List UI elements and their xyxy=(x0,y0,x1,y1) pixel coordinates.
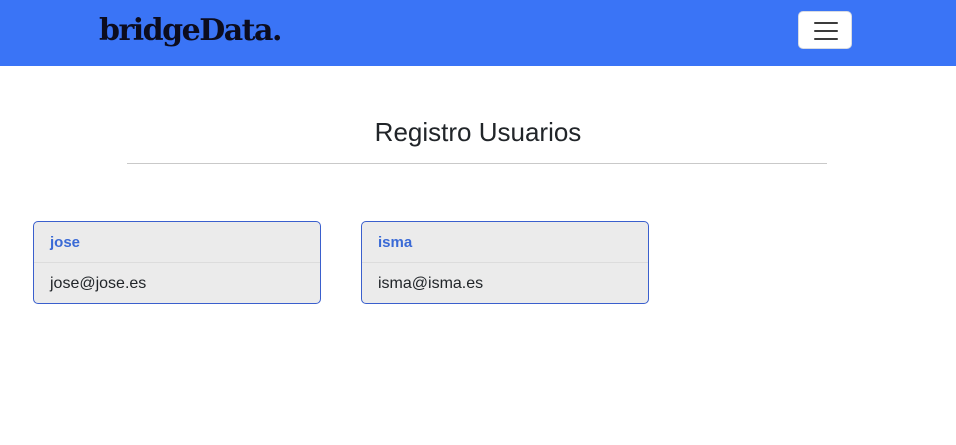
hamburger-menu-icon xyxy=(814,22,838,24)
user-card: jose jose@jose.es xyxy=(33,221,321,304)
user-card: isma isma@isma.es xyxy=(361,221,649,304)
title-divider xyxy=(127,163,827,164)
user-card-email: jose@jose.es xyxy=(50,275,147,292)
page-title: Registro Usuarios xyxy=(374,117,582,147)
navbar-toggler-button[interactable] xyxy=(798,11,852,49)
user-card-name: jose xyxy=(34,222,320,263)
hamburger-menu-icon-line xyxy=(814,38,838,40)
hamburger-menu-icon-line xyxy=(814,30,838,32)
brand-logo[interactable]: bridgeData. xyxy=(99,9,282,53)
navbar: bridgeData. xyxy=(0,0,956,66)
user-card-name: isma xyxy=(362,222,648,263)
user-card-email: isma@isma.es xyxy=(378,275,484,292)
